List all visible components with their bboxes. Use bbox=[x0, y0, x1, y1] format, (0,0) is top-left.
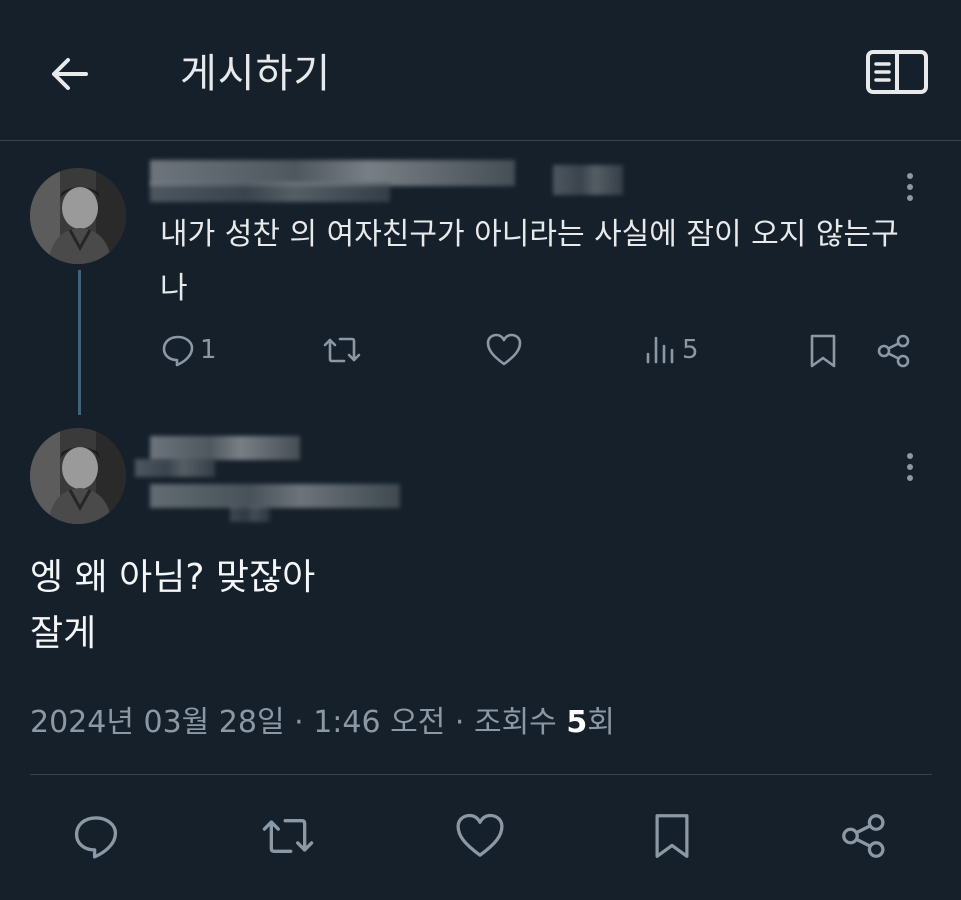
more-vertical-icon bbox=[907, 453, 913, 481]
bookmark-button[interactable] bbox=[642, 806, 702, 866]
avatar[interactable] bbox=[30, 428, 126, 524]
views-button[interactable]: 5 bbox=[644, 332, 699, 368]
tweet-time[interactable]: 1:46 오전 bbox=[313, 705, 445, 740]
avatar[interactable] bbox=[30, 168, 126, 264]
views-number: 5 bbox=[566, 705, 588, 740]
tweet-date[interactable]: 2024년 03월 28일 bbox=[30, 705, 285, 740]
bookmark-icon bbox=[810, 334, 836, 368]
like-button[interactable] bbox=[485, 332, 523, 368]
retweet-button[interactable] bbox=[258, 806, 318, 866]
like-button[interactable] bbox=[450, 806, 510, 866]
tweet-meta: 2024년 03월 28일 · 1:46 오전 · 조회수 5회 bbox=[30, 698, 615, 748]
reply-count: 1 bbox=[200, 335, 217, 365]
bar-chart-icon bbox=[646, 336, 674, 364]
reader-mode-button[interactable] bbox=[862, 42, 938, 102]
bookmark-button[interactable] bbox=[806, 332, 840, 370]
comment-icon bbox=[162, 335, 194, 367]
main-tweet-line: 잘게 bbox=[30, 613, 97, 654]
heart-icon bbox=[486, 333, 522, 366]
open-book-icon bbox=[866, 50, 928, 94]
arrow-left-icon bbox=[52, 58, 88, 90]
avatar-photo bbox=[30, 168, 126, 264]
reply-button[interactable] bbox=[66, 806, 126, 866]
reply-button[interactable]: 1 bbox=[160, 332, 217, 368]
back-button[interactable] bbox=[40, 44, 100, 104]
heart-icon bbox=[456, 813, 504, 857]
share-icon bbox=[877, 334, 910, 368]
main-tweet-line: 엥 왜 아님? 맞잖아 bbox=[30, 557, 316, 598]
more-options-button[interactable] bbox=[890, 448, 930, 498]
share-button[interactable] bbox=[874, 332, 914, 370]
reply-tweet-text: 내가 성찬 의 여자친구가 아니라는 사실에 잠이 오지 않는구나 bbox=[160, 217, 899, 306]
avatar-photo bbox=[30, 428, 126, 524]
retweet-icon bbox=[323, 337, 361, 363]
main-tweet-text: 엥 왜 아님? 맞잖아 잘게 bbox=[30, 550, 315, 662]
header-divider bbox=[0, 140, 961, 141]
retweet-button[interactable] bbox=[322, 332, 362, 368]
views-suffix: 회 bbox=[587, 705, 615, 740]
share-icon bbox=[842, 814, 885, 858]
comment-icon bbox=[74, 816, 118, 859]
thread-connector bbox=[78, 270, 81, 415]
views-count: 5 bbox=[682, 335, 699, 365]
share-button[interactable] bbox=[834, 806, 894, 866]
meta-separator: · bbox=[454, 705, 465, 740]
views-label: 조회수 bbox=[473, 705, 557, 740]
bookmark-icon bbox=[655, 814, 689, 858]
retweet-icon bbox=[262, 819, 314, 853]
meta-separator: · bbox=[294, 705, 304, 740]
page-title: 게시하기 bbox=[180, 51, 332, 97]
meta-divider bbox=[30, 774, 932, 775]
